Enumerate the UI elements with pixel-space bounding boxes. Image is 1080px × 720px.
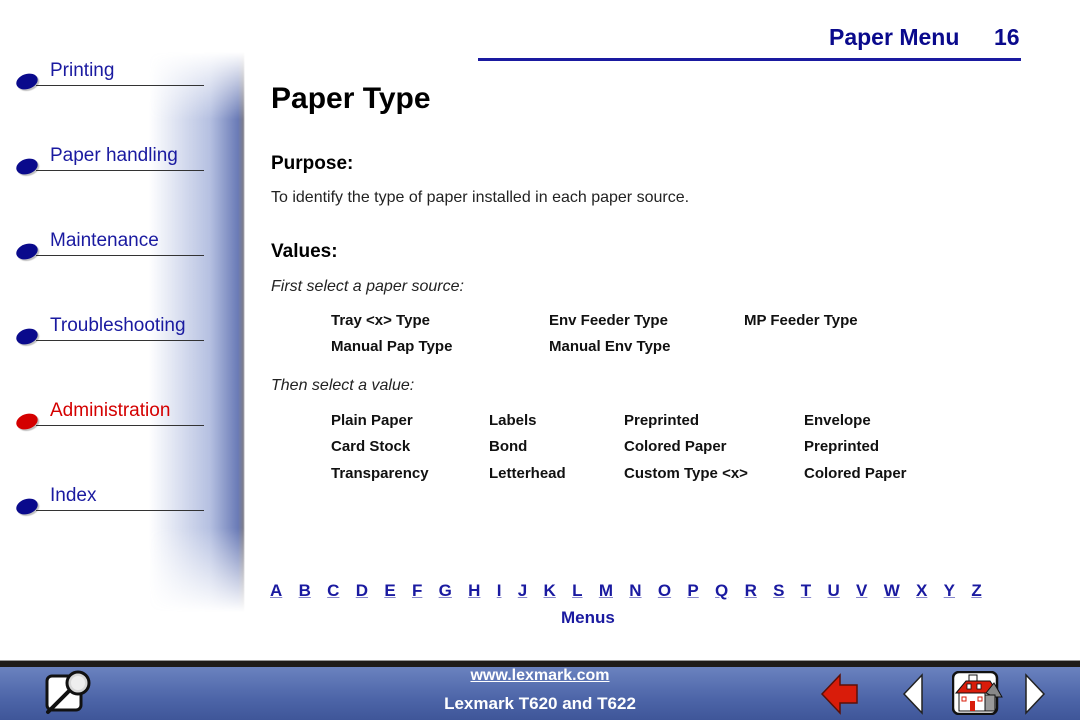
bullet-icon <box>14 240 40 263</box>
page-number: 16 <box>994 24 1020 50</box>
index-letter-a[interactable]: A <box>270 581 282 601</box>
value-option: Custom Type <x> <box>624 465 748 482</box>
index-letter-d[interactable]: D <box>356 581 368 601</box>
sidebar-item-paper-handling[interactable]: Paper handling <box>14 145 204 178</box>
footer-divider <box>0 660 1080 667</box>
index-letter-s[interactable]: S <box>773 581 784 601</box>
purpose-heading: Purpose: <box>271 153 354 174</box>
section-title: Paper Menu <box>829 24 960 50</box>
index-letter-k[interactable]: K <box>544 581 556 601</box>
divider <box>36 340 204 341</box>
sidebar-item-administration[interactable]: Administration <box>14 400 204 433</box>
index-letter-j[interactable]: J <box>518 581 527 601</box>
value-option: Bond <box>489 438 528 455</box>
index-letter-f[interactable]: F <box>412 581 422 601</box>
source-option: Env Feeder Type <box>549 312 668 329</box>
value-option: Preprinted <box>624 412 700 429</box>
index-letter-x[interactable]: X <box>916 581 927 601</box>
previous-page-icon[interactable] <box>902 673 924 715</box>
sidebar-item-index[interactable]: Index <box>14 485 204 518</box>
header-rule <box>478 58 1021 61</box>
value-prompt: Then select a value: <box>271 377 415 394</box>
alphabet-index: A B C D E F G H I J K L M N O P Q R S T … <box>270 581 982 601</box>
index-letter-b[interactable]: B <box>299 581 311 601</box>
index-letter-q[interactable]: Q <box>715 581 728 601</box>
index-letter-m[interactable]: M <box>599 581 613 601</box>
value-option: Colored Paper <box>804 465 907 482</box>
menus-link[interactable]: Menus <box>561 608 615 628</box>
search-icon[interactable] <box>44 670 96 716</box>
value-option: Envelope <box>804 412 871 429</box>
sidebar-item-label: Administration <box>50 400 171 421</box>
index-letter-l[interactable]: L <box>572 581 582 601</box>
index-letter-u[interactable]: U <box>827 581 839 601</box>
index-letter-z[interactable]: Z <box>971 581 981 601</box>
index-letter-e[interactable]: E <box>384 581 395 601</box>
bullet-icon <box>14 495 40 518</box>
divider <box>36 255 204 256</box>
divider <box>36 170 204 171</box>
bullet-icon <box>14 410 40 433</box>
index-letter-w[interactable]: W <box>884 581 900 601</box>
value-option: Preprinted <box>804 438 880 455</box>
index-letter-i[interactable]: I <box>497 581 502 601</box>
source-option: MP Feeder Type <box>744 312 858 329</box>
index-letter-g[interactable]: G <box>439 581 452 601</box>
bullet-icon <box>14 155 40 178</box>
index-letter-t[interactable]: T <box>801 581 811 601</box>
website-link[interactable]: www.lexmark.com <box>470 667 609 684</box>
value-option: Labels <box>489 412 537 429</box>
index-letter-v[interactable]: V <box>856 581 867 601</box>
index-letter-n[interactable]: N <box>629 581 641 601</box>
next-page-icon[interactable] <box>1024 673 1046 715</box>
value-option: Plain Paper <box>331 412 413 429</box>
source-option: Manual Env Type <box>549 338 671 355</box>
source-option: Manual Pap Type <box>331 338 453 355</box>
value-option: Letterhead <box>489 465 566 482</box>
sidebar-item-label: Printing <box>50 60 115 81</box>
index-letter-o[interactable]: O <box>658 581 671 601</box>
page-title: Paper Type <box>271 82 431 115</box>
home-icon[interactable] <box>951 670 1004 716</box>
sidebar-item-label: Index <box>50 485 97 506</box>
purpose-text: To identify the type of paper installed … <box>271 189 690 206</box>
footer-bar: www.lexmark.com Lexmark T620 and T622 <box>0 667 1080 720</box>
sidebar-item-troubleshooting[interactable]: Troubleshooting <box>14 315 204 348</box>
sidebar-item-label: Maintenance <box>50 230 159 251</box>
divider <box>36 510 204 511</box>
index-letter-r[interactable]: R <box>745 581 757 601</box>
source-prompt: First select a paper source: <box>271 278 464 295</box>
sidebar-item-label: Paper handling <box>50 145 178 166</box>
bullet-icon <box>14 325 40 348</box>
source-option: Tray <x> Type <box>331 312 430 329</box>
index-letter-h[interactable]: H <box>468 581 480 601</box>
bullet-icon <box>14 70 40 93</box>
value-option: Colored Paper <box>624 438 727 455</box>
divider <box>36 85 204 86</box>
index-letter-c[interactable]: C <box>327 581 339 601</box>
value-option: Card Stock <box>331 438 411 455</box>
sidebar-item-printing[interactable]: Printing <box>14 60 204 93</box>
back-arrow-icon[interactable] <box>820 673 860 715</box>
index-letter-y[interactable]: Y <box>944 581 955 601</box>
divider <box>36 425 204 426</box>
values-heading: Values: <box>271 241 338 262</box>
index-letter-p[interactable]: P <box>687 581 698 601</box>
sidebar-item-label: Troubleshooting <box>50 315 186 336</box>
value-option: Transparency <box>331 465 429 482</box>
sidebar-item-maintenance[interactable]: Maintenance <box>14 230 204 263</box>
